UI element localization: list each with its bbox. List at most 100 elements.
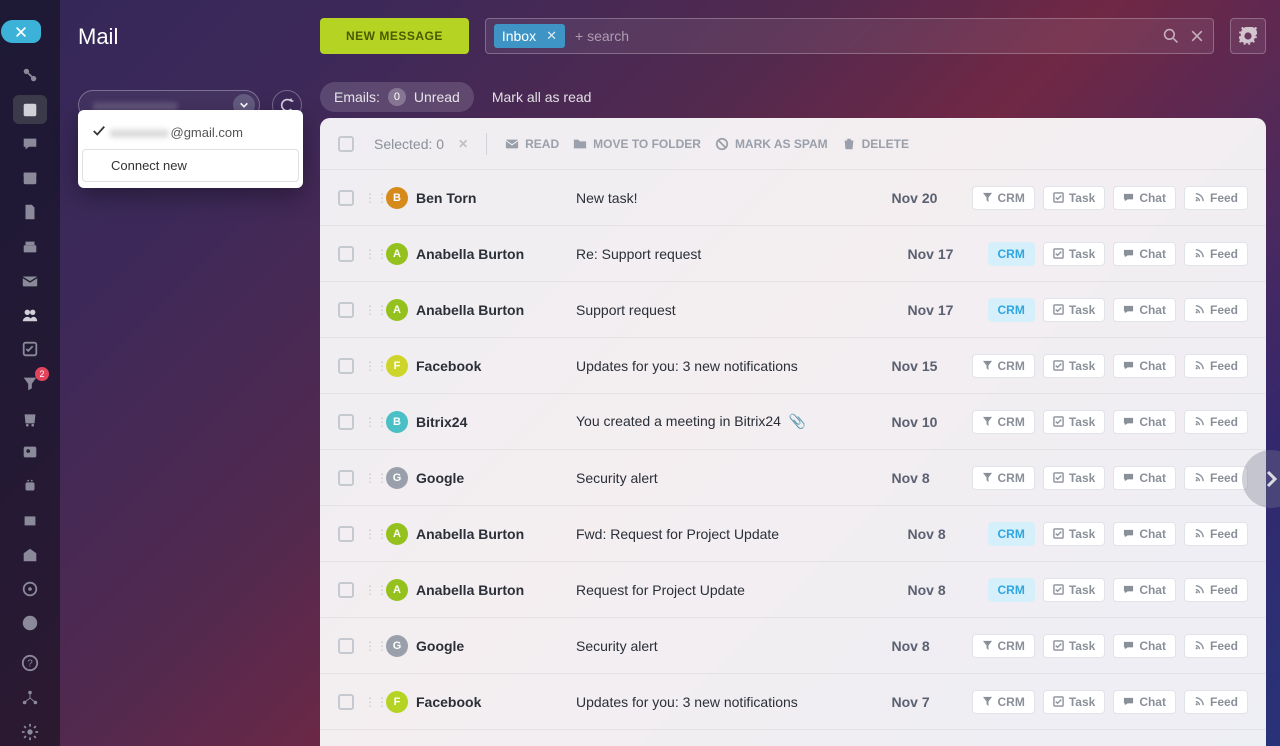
tag-crm[interactable]: CRM [972,690,1035,714]
drag-handle[interactable]: ⋮⋮ [364,416,378,428]
tag-chat[interactable]: Chat [1113,410,1176,434]
email-row[interactable]: ⋮⋮AAnabella BurtonSupport request Nov 17… [320,282,1266,338]
action-read[interactable]: READ [505,137,559,151]
drag-handle[interactable]: ⋮⋮ [364,304,378,316]
rail-icon-groups[interactable] [13,301,47,329]
drag-handle[interactable]: ⋮⋮ [364,192,378,204]
email-row[interactable]: ⋮⋮AAnabella BurtonFwd: Request for Proje… [320,506,1266,562]
row-checkbox[interactable] [338,694,354,710]
email-row[interactable]: ⋮⋮BBen TornNew task! Nov 20CRMTaskChatFe… [320,170,1266,226]
drag-handle[interactable]: ⋮⋮ [364,528,378,540]
tag-chat[interactable]: Chat [1113,522,1176,546]
tag-task[interactable]: Task [1043,410,1105,434]
email-row[interactable]: ⋮⋮FFacebookUpdates for you: 3 new notifi… [320,338,1266,394]
rail-icon-shop[interactable] [13,404,47,432]
email-row[interactable]: ⋮⋮AAnabella BurtonRe: Support request No… [320,226,1266,282]
drag-handle[interactable]: ⋮⋮ [364,360,378,372]
drag-handle[interactable]: ⋮⋮ [364,640,378,652]
tag-crm[interactable]: CRM [972,466,1035,490]
row-checkbox[interactable] [338,414,354,430]
clear-selection-icon[interactable]: ✕ [458,137,468,151]
search-input[interactable] [565,28,1163,44]
account-option[interactable]: xxxxxxxxx @gmail.com [82,116,299,149]
tag-chat[interactable]: Chat [1113,298,1176,322]
tag-chat[interactable]: Chat [1113,354,1176,378]
row-checkbox[interactable] [338,302,354,318]
drag-handle[interactable]: ⋮⋮ [364,696,378,708]
rail-icon-company[interactable] [13,541,47,569]
rail-icon-sitemap[interactable] [13,683,47,711]
rail-icon-check[interactable] [13,609,47,637]
tag-feed[interactable]: Feed [1184,410,1248,434]
tag-feed[interactable]: Feed [1184,690,1248,714]
rail-icon-settings[interactable] [13,718,47,746]
rail-close-button[interactable] [1,20,41,43]
tag-feed[interactable]: Feed [1184,186,1248,210]
tag-task[interactable]: Task [1043,186,1105,210]
rail-icon-target[interactable] [13,575,47,603]
tag-task[interactable]: Task [1043,466,1105,490]
filter-unread-pill[interactable]: Emails: 0 Unread [320,82,474,112]
rail-icon-android[interactable] [13,472,47,500]
tag-task[interactable]: Task [1043,298,1105,322]
tag-crm[interactable]: CRM [988,578,1035,602]
rail-icon-box[interactable] [13,506,47,534]
settings-button[interactable] [1230,18,1266,54]
mark-all-read-link[interactable]: Mark all as read [492,89,592,105]
tag-chat[interactable]: Chat [1113,690,1176,714]
rail-icon-docs[interactable] [13,198,47,226]
tag-feed[interactable]: Feed [1184,298,1248,322]
connect-new-option[interactable]: Connect new [82,149,299,182]
tag-chat[interactable]: Chat [1113,242,1176,266]
tag-feed[interactable]: Feed [1184,634,1248,658]
tag-task[interactable]: Task [1043,354,1105,378]
email-row[interactable]: ⋮⋮GGoogleSecurity alert Nov 8CRMTaskChat… [320,450,1266,506]
search-bar[interactable]: Inbox ✕ [485,18,1214,54]
email-row[interactable]: ⋮⋮GGoogleSecurity alert Nov 8CRMTaskChat… [320,618,1266,674]
tag-chat[interactable]: Chat [1113,186,1176,210]
row-checkbox[interactable] [338,526,354,542]
new-message-button[interactable]: NEW MESSAGE [320,18,469,54]
tag-crm[interactable]: CRM [972,186,1035,210]
tag-feed[interactable]: Feed [1184,354,1248,378]
tag-crm[interactable]: CRM [988,242,1035,266]
action-spam[interactable]: MARK AS SPAM [715,137,828,151]
search-filter-tag[interactable]: Inbox ✕ [494,24,565,48]
rail-icon-tasks[interactable] [13,335,47,363]
row-checkbox[interactable] [338,190,354,206]
rail-icon-drive[interactable] [13,232,47,260]
row-checkbox[interactable] [338,638,354,654]
select-all-checkbox[interactable] [338,136,354,152]
tag-task[interactable]: Task [1043,522,1105,546]
tag-task[interactable]: Task [1043,690,1105,714]
tag-crm[interactable]: CRM [972,410,1035,434]
email-row[interactable]: ⋮⋮AAnabella BurtonRequest for Project Up… [320,562,1266,618]
tag-crm[interactable]: CRM [972,634,1035,658]
email-row[interactable]: ⋮⋮FFacebookUpdates for you: 3 new notifi… [320,674,1266,730]
tag-feed[interactable]: Feed [1184,522,1248,546]
tag-task[interactable]: Task [1043,634,1105,658]
search-clear-icon[interactable] [1189,28,1205,44]
row-checkbox[interactable] [338,246,354,262]
tag-task[interactable]: Task [1043,578,1105,602]
tag-chat[interactable]: Chat [1113,578,1176,602]
drag-handle[interactable]: ⋮⋮ [364,248,378,260]
rail-icon-filter[interactable]: 2 [13,369,47,397]
tag-feed[interactable]: Feed [1184,578,1248,602]
rail-icon-chat[interactable] [13,130,47,158]
tag-feed[interactable]: Feed [1184,466,1248,490]
tag-feed[interactable]: Feed [1184,242,1248,266]
rail-icon-feed[interactable] [13,95,47,123]
row-checkbox[interactable] [338,470,354,486]
tag-close-icon[interactable]: ✕ [546,28,557,44]
rail-icon-activity[interactable] [13,61,47,89]
row-checkbox[interactable] [338,582,354,598]
tag-crm[interactable]: CRM [972,354,1035,378]
drag-handle[interactable]: ⋮⋮ [364,584,378,596]
tag-chat[interactable]: Chat [1113,634,1176,658]
tag-crm[interactable]: CRM [988,522,1035,546]
rail-icon-contacts[interactable] [13,438,47,466]
tag-task[interactable]: Task [1043,242,1105,266]
rail-icon-calendar[interactable] [13,164,47,192]
action-delete[interactable]: DELETE [842,137,909,151]
